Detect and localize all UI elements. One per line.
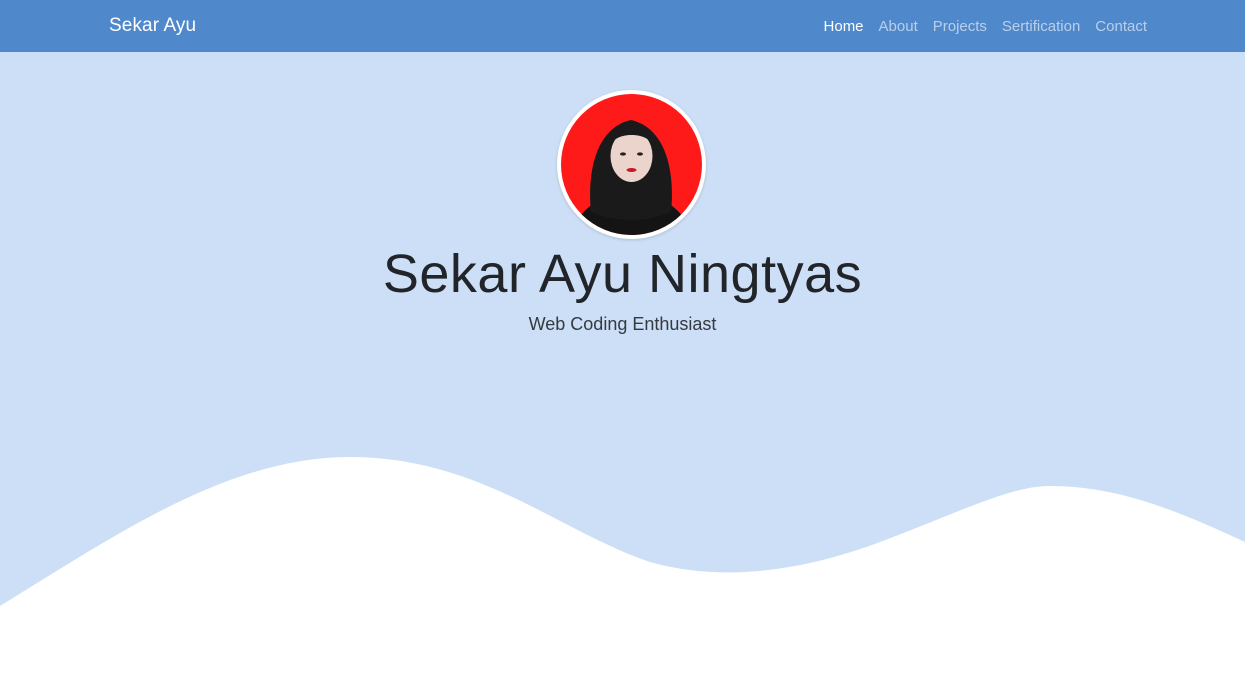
profile-photo <box>561 94 702 235</box>
hero-tagline: Web Coding Enthusiast <box>528 314 717 334</box>
nav-link-about[interactable]: About <box>879 18 918 35</box>
nav-link-projects[interactable]: Projects <box>933 18 987 35</box>
nav-link-home[interactable]: Home <box>824 18 864 35</box>
profile-photo-frame <box>557 90 706 239</box>
nav-link-sertification[interactable]: Sertification <box>1002 18 1080 35</box>
navbar-brand[interactable]: Sekar Ayu <box>109 15 196 37</box>
nav-links: Home About Projects Sertification Contac… <box>824 18 1147 35</box>
nav-link-contact[interactable]: Contact <box>1095 18 1147 35</box>
navbar: Sekar Ayu Home About Projects Sertificat… <box>0 0 1245 52</box>
page: Sekar Ayu Home About Projects Sertificat… <box>0 0 1245 686</box>
hero-name: Sekar Ayu Ningtyas <box>382 244 863 304</box>
hero-section: Sekar Ayu Ningtyas Web Coding Enthusiast <box>0 52 1245 686</box>
